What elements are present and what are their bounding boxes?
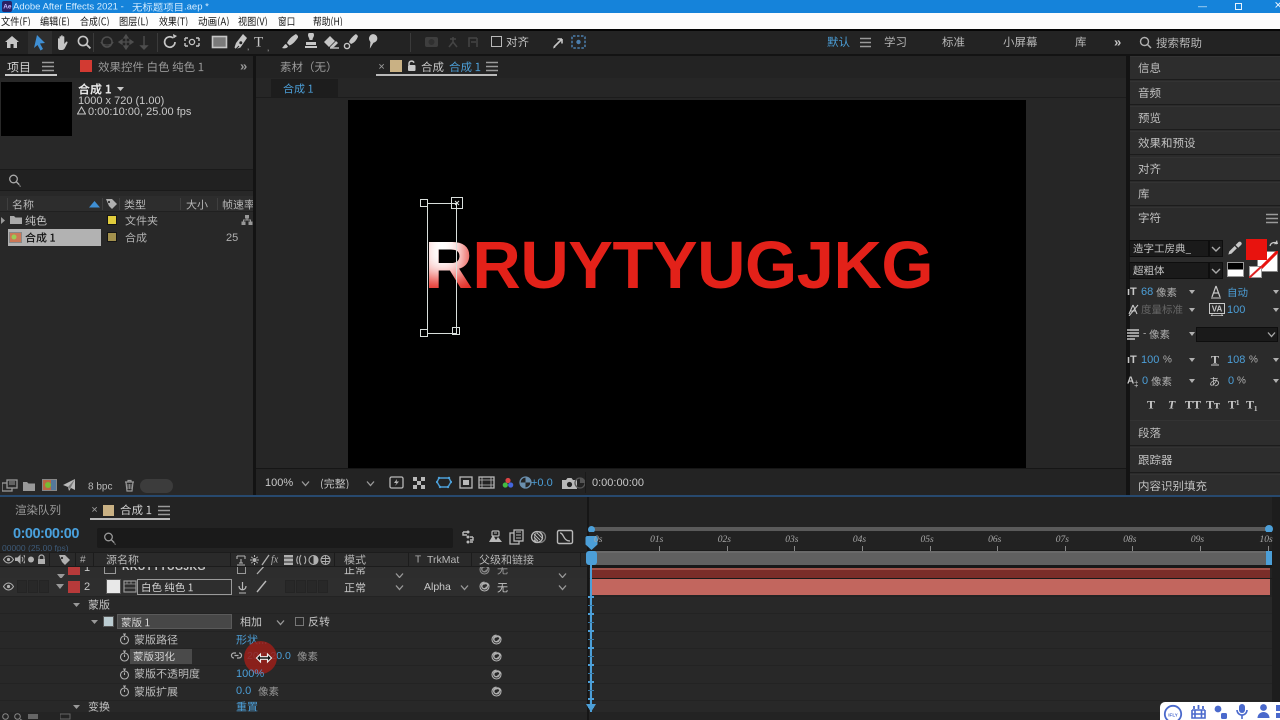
svg-text:VA: VA: [1212, 305, 1223, 314]
svg-text:R: R: [425, 228, 473, 303]
svg-text:iFLY: iFLY: [1168, 713, 1178, 718]
svg-text:RRUYTYUGJKG: RRUYTYUGJKG: [425, 228, 933, 303]
